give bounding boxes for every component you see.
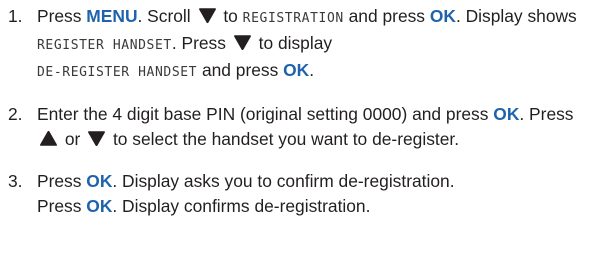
- step-text: and press: [343, 6, 430, 26]
- step-text: . Display confirms de-registration.: [112, 196, 371, 216]
- step-number: 3.: [8, 171, 23, 191]
- step-text: Press: [37, 6, 87, 26]
- step-text: Press: [37, 196, 87, 216]
- step-text: Enter the 4 digit base PIN (original set…: [37, 104, 494, 124]
- step-text: and press: [197, 60, 284, 80]
- lcd-text-registration: REGISTRATION: [242, 11, 344, 26]
- lcd-text-deregister-handset: DE-REGISTER HANDSET: [37, 65, 198, 80]
- up-arrow-key-icon: [39, 130, 58, 147]
- menu-key-label: MENU: [86, 6, 138, 26]
- down-arrow-key-icon: [87, 130, 106, 147]
- ok-key-label: OK: [86, 171, 113, 191]
- step-number: 1.: [8, 6, 23, 26]
- step-text: to display: [253, 33, 333, 53]
- step-text: or: [60, 129, 86, 149]
- step-1: 1. Press MENU. Scroll to REGISTRATION an…: [8, 4, 593, 85]
- step-3: 3. Press OK. Display asks you to confirm…: [8, 169, 593, 219]
- step-2: 2. Enter the 4 digit base PIN (original …: [8, 102, 593, 152]
- ok-key-label: OK: [283, 60, 310, 80]
- down-arrow-key-icon: [233, 34, 252, 51]
- ok-key-label: OK: [86, 196, 113, 216]
- ok-key-label: OK: [429, 6, 456, 26]
- step-text: Press: [37, 171, 87, 191]
- step-text: . Display asks you to confirm de-registr…: [112, 171, 455, 191]
- step-number: 2.: [8, 104, 23, 124]
- page: { "colors": { "keyword": "#1f63ad", "tex…: [0, 0, 597, 264]
- step-text: .: [309, 60, 315, 80]
- down-arrow-key-icon: [198, 7, 217, 24]
- step-text: . Scroll: [137, 6, 196, 26]
- ok-key-label: OK: [493, 104, 520, 124]
- step-text: . Display shows: [455, 6, 577, 26]
- instruction-list: 1. Press MENU. Scroll to REGISTRATION an…: [8, 4, 593, 236]
- step-text: to select the handset you want to de-reg…: [108, 129, 460, 149]
- step-text: . Press: [519, 104, 574, 124]
- step-text: . Press: [171, 33, 231, 53]
- lcd-text-register-handset: REGISTER HANDSET: [37, 38, 172, 53]
- step-text: to: [218, 6, 243, 26]
